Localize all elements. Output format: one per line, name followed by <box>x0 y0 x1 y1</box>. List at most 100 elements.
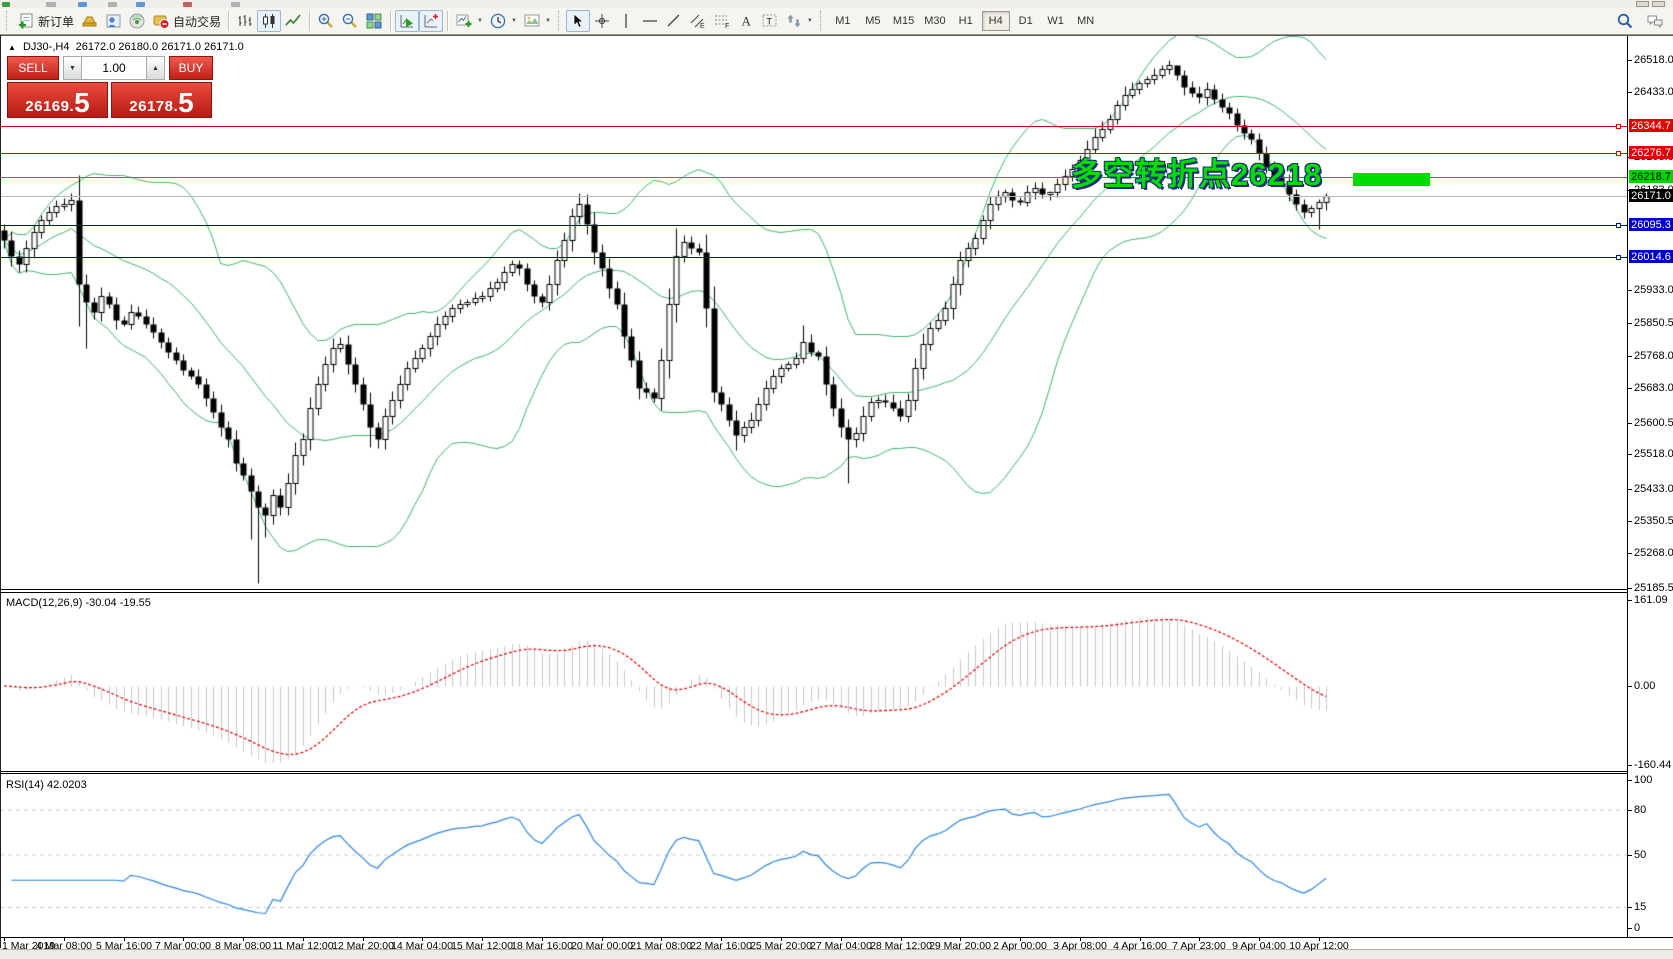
price-tick-label: 26518.0 <box>1634 54 1673 66</box>
main-macd-splitter[interactable] <box>0 589 1673 590</box>
toolbar: 新订单自动交易▼▼▼EFAT▼M1M5M15M30H1H4D1W1MN <box>0 8 1673 34</box>
vline-button[interactable] <box>614 10 638 32</box>
chevron-down-icon: ▼ <box>511 18 517 24</box>
bar-chart-icon <box>236 12 254 30</box>
price-tick-label: 25518.0 <box>1634 448 1673 460</box>
trendline-icon <box>665 12 683 30</box>
timeframe-h4-button[interactable]: H4 <box>982 11 1010 31</box>
price-tick-mark <box>1628 290 1632 291</box>
timeframe-d1-button[interactable]: D1 <box>1012 11 1040 31</box>
cursor-button[interactable] <box>566 10 590 32</box>
chart-shift-button[interactable] <box>419 10 443 32</box>
toolbar-grip <box>6 11 10 31</box>
time-axis-label: 4 Apr 16:00 <box>1113 940 1167 952</box>
price-tick-mark <box>1628 588 1632 589</box>
macd-panel-canvas[interactable] <box>0 593 1627 770</box>
new-order-button-label: 新订单 <box>38 13 74 30</box>
candle-chart-button[interactable] <box>257 10 281 32</box>
chart-title: ▲ DJ30-,H4 26172.0 26180.0 26171.0 26171… <box>8 41 244 53</box>
zoom-in-button[interactable] <box>314 10 338 32</box>
autotrading-button-label: 自动交易 <box>173 13 221 30</box>
rsi-tick-mark <box>1628 907 1632 908</box>
time-axis-label: 10 Apr 12:00 <box>1289 940 1349 952</box>
volume-input[interactable] <box>82 56 146 80</box>
new-order-button[interactable]: 新订单 <box>14 10 77 32</box>
zoom-out-button[interactable] <box>338 10 362 32</box>
price-tick-label: 26433.0 <box>1634 86 1673 98</box>
rsi-panel-canvas[interactable] <box>0 774 1627 937</box>
timeframe-m5-button[interactable]: M5 <box>859 11 887 31</box>
toolbar-sep <box>447 11 448 31</box>
crosshair-button[interactable] <box>590 10 614 32</box>
auto-scroll-button[interactable] <box>395 10 419 32</box>
toolbar-sep <box>228 11 229 31</box>
resistance-line-2-price-badge: 26276.7 <box>1629 146 1673 159</box>
resistance-line-2[interactable] <box>0 153 1627 154</box>
buy-button[interactable]: BUY <box>169 56 213 80</box>
tile-windows-icon <box>365 12 383 30</box>
volume-decrease-button[interactable]: ▼ <box>63 56 82 80</box>
sell-price-pip: 5 <box>74 91 90 115</box>
bar-chart-button[interactable] <box>233 10 257 32</box>
timeframe-m30-button[interactable]: M30 <box>920 11 949 31</box>
macd-rsi-splitter[interactable] <box>0 771 1673 772</box>
terminal-button[interactable] <box>125 10 149 32</box>
hline-button[interactable] <box>638 10 662 32</box>
templates-button[interactable]: ▼ <box>520 10 554 32</box>
timeframe-h1-button[interactable]: H1 <box>952 11 980 31</box>
price-tick-mark <box>1628 388 1632 389</box>
support-line-2-handle[interactable] <box>1616 255 1621 260</box>
market-watch-button[interactable] <box>77 10 101 32</box>
window-close-button[interactable] <box>1652 1 1665 7</box>
search-button[interactable] <box>1613 10 1637 32</box>
periods-button[interactable]: ▼ <box>486 10 520 32</box>
timeframe-mn-button[interactable]: MN <box>1072 11 1100 31</box>
new-order-icon <box>17 12 35 30</box>
chat-button[interactable] <box>1643 10 1667 32</box>
window-restore-button[interactable] <box>1636 1 1649 7</box>
menu-icon-fragment <box>231 2 240 7</box>
chart-annotation-text[interactable]: 多空转折点26218 <box>1071 149 1322 194</box>
indicators-button[interactable]: ▼ <box>452 10 486 32</box>
tile-windows-button[interactable] <box>362 10 386 32</box>
time-axis-label: 20 Mar 00:00 <box>571 940 633 952</box>
price-tick-mark <box>1628 92 1632 93</box>
label-button[interactable]: T <box>758 10 782 32</box>
macd-tick-mark <box>1628 686 1632 687</box>
time-axis-label: 9 Apr 04:00 <box>1232 940 1286 952</box>
shapes-button[interactable]: ▼ <box>782 10 816 32</box>
resistance-line-1-handle[interactable] <box>1616 124 1621 129</box>
navigator-button[interactable] <box>101 10 125 32</box>
buy-price-button[interactable]: 26178.5 <box>111 82 212 118</box>
collapse-triangle-icon[interactable]: ▲ <box>8 43 16 52</box>
timeframe-w1-button[interactable]: W1 <box>1042 11 1070 31</box>
pivot-highlight-bar[interactable] <box>1353 173 1430 186</box>
sell-button[interactable]: SELL <box>7 56 59 80</box>
main-chart-canvas[interactable] <box>0 36 1627 589</box>
sell-price-button[interactable]: 26169.5 <box>7 82 108 118</box>
macd-axis-label: 161.09 <box>1634 594 1668 606</box>
channel-button[interactable]: E <box>686 10 710 32</box>
text-button[interactable]: A <box>734 10 758 32</box>
main-macd-splitter-line2 <box>0 592 1673 593</box>
support-line-1[interactable] <box>0 225 1627 226</box>
timeframe-m1-button[interactable]: M1 <box>829 11 857 31</box>
trendline-button[interactable] <box>662 10 686 32</box>
line-chart-icon <box>284 12 302 30</box>
resistance-line-2-handle[interactable] <box>1616 151 1621 156</box>
volume-increase-button[interactable]: ▲ <box>146 56 165 80</box>
bid-price-line[interactable] <box>0 196 1627 197</box>
menu-icon-fragment <box>46 2 56 7</box>
timeframe-m15-button[interactable]: M15 <box>889 11 918 31</box>
fibonacci-button[interactable]: F <box>710 10 734 32</box>
time-axis-label: 21 Mar 08:00 <box>630 940 692 952</box>
zoom-out-icon <box>341 12 359 30</box>
support-line-1-handle[interactable] <box>1616 223 1621 228</box>
support-line-2[interactable] <box>0 257 1627 258</box>
resistance-line-1[interactable] <box>0 126 1627 127</box>
rsi-axis-label: 0 <box>1634 922 1640 934</box>
cursor-icon <box>569 12 587 30</box>
line-chart-button[interactable] <box>281 10 305 32</box>
autotrading-button[interactable]: 自动交易 <box>149 10 224 32</box>
price-tick-label: 25433.0 <box>1634 483 1673 495</box>
